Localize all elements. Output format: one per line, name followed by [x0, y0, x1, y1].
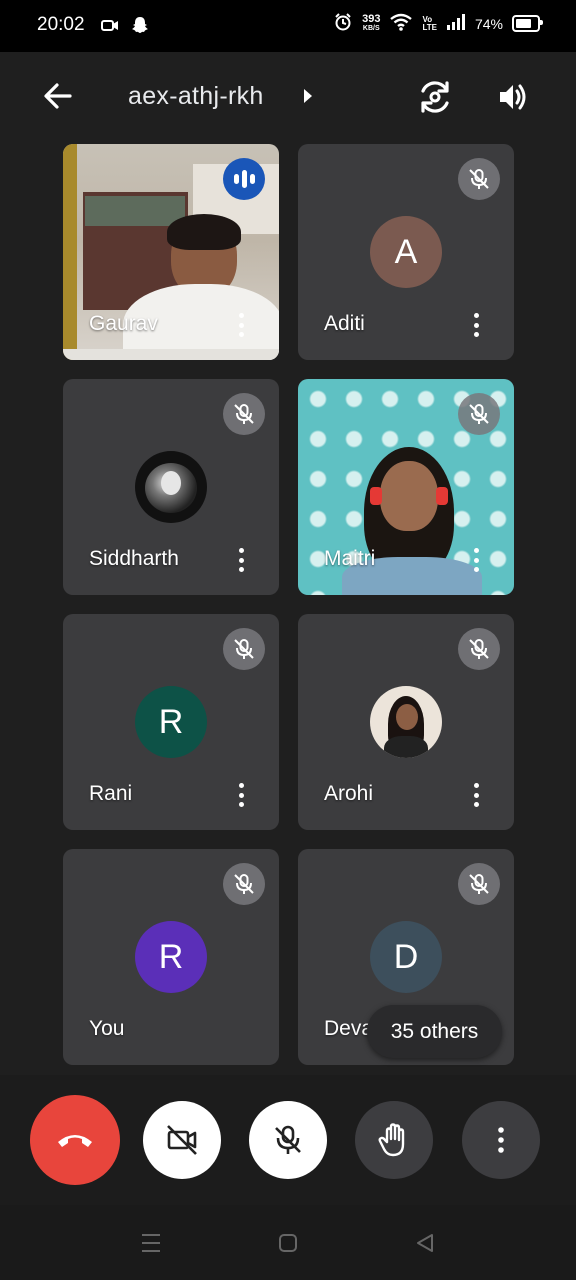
avatar: R [135, 686, 207, 758]
participant-name: Maitri [324, 547, 376, 570]
camera-toggle-button[interactable] [143, 1101, 221, 1179]
mic-off-icon [458, 158, 500, 200]
raise-hand-button[interactable] [355, 1101, 433, 1179]
alarm-icon [333, 12, 353, 35]
end-call-button[interactable] [30, 1095, 120, 1185]
snapchat-icon [130, 15, 150, 40]
participant-tile-gaurav[interactable]: Gaurav [63, 144, 279, 360]
mic-off-icon [223, 393, 265, 435]
participant-menu-button[interactable] [229, 545, 253, 575]
participant-menu-button[interactable] [229, 310, 253, 340]
status-bar: 20:02 393 KB/S Vo LTE 74% [0, 0, 576, 52]
battery-icon [512, 15, 543, 32]
mic-toggle-button[interactable] [249, 1101, 327, 1179]
more-options-button[interactable] [462, 1101, 540, 1179]
status-time: 20:02 [37, 14, 85, 35]
avatar: A [370, 216, 442, 288]
hand-icon [378, 1123, 405, 1157]
participant-name: Arohi [324, 782, 374, 805]
avatar [135, 451, 207, 523]
participant-name: Aditi [324, 312, 365, 335]
participant-name: Rani [89, 782, 133, 805]
recents-button[interactable] [136, 1231, 166, 1255]
participant-tile-maitri[interactable]: Maitri [298, 379, 514, 595]
mic-off-icon [223, 863, 265, 905]
system-nav-bar [0, 1205, 576, 1280]
call-controls [0, 1075, 576, 1205]
call-header: aex-athj-rkh [0, 52, 576, 142]
participant-menu-button[interactable] [229, 780, 253, 810]
participant-menu-button[interactable] [464, 545, 488, 575]
wifi-icon [389, 12, 413, 35]
caret-right-icon[interactable] [302, 88, 314, 109]
participant-menu-button[interactable] [464, 310, 488, 340]
back-triangle-icon [417, 1234, 433, 1252]
back-nav-button[interactable] [410, 1231, 440, 1255]
battery-percent: 74% [474, 15, 503, 32]
mic-off-icon [223, 628, 265, 670]
mic-off-icon [458, 393, 500, 435]
speaker-button[interactable] [492, 76, 534, 118]
participant-name: You [89, 1017, 125, 1040]
home-square-icon [279, 1234, 297, 1252]
speaking-indicator-icon [223, 158, 265, 200]
mic-off-icon [458, 863, 500, 905]
arrow-left-icon [44, 83, 72, 109]
signal-icon [446, 13, 466, 34]
participant-name: Gaurav [89, 312, 158, 335]
switch-camera-button[interactable] [414, 76, 456, 118]
switch-camera-icon [421, 81, 449, 113]
avatar [370, 686, 442, 758]
others-button[interactable]: 35 others [367, 1005, 502, 1058]
phone-hangup-icon [58, 1135, 92, 1147]
meeting-code[interactable]: aex-athj-rkh [128, 82, 264, 111]
participant-tile-arohi[interactable]: Arohi [298, 614, 514, 830]
video-call-status-icon [100, 15, 120, 40]
speaker-icon [500, 84, 526, 110]
participant-tile-siddharth[interactable]: Siddharth [63, 379, 279, 595]
participant-tile-aditi[interactable]: A Aditi [298, 144, 514, 360]
network-speed: 393 KB/S [362, 12, 381, 32]
participant-name: Siddharth [89, 547, 179, 570]
mic-off-icon [458, 628, 500, 670]
avatar: R [135, 921, 207, 993]
avatar: D [370, 921, 442, 993]
more-vert-icon [498, 1127, 504, 1153]
camera-off-icon [167, 1125, 197, 1155]
home-button[interactable] [273, 1231, 303, 1255]
menu-icon [142, 1234, 160, 1252]
mic-off-icon [275, 1125, 301, 1154]
participant-menu-button[interactable] [464, 780, 488, 810]
volte-indicator: Vo LTE [422, 14, 437, 32]
participant-tile-you[interactable]: R You [63, 849, 279, 1065]
back-button[interactable] [40, 78, 76, 114]
participant-tile-rani[interactable]: R Rani [63, 614, 279, 830]
